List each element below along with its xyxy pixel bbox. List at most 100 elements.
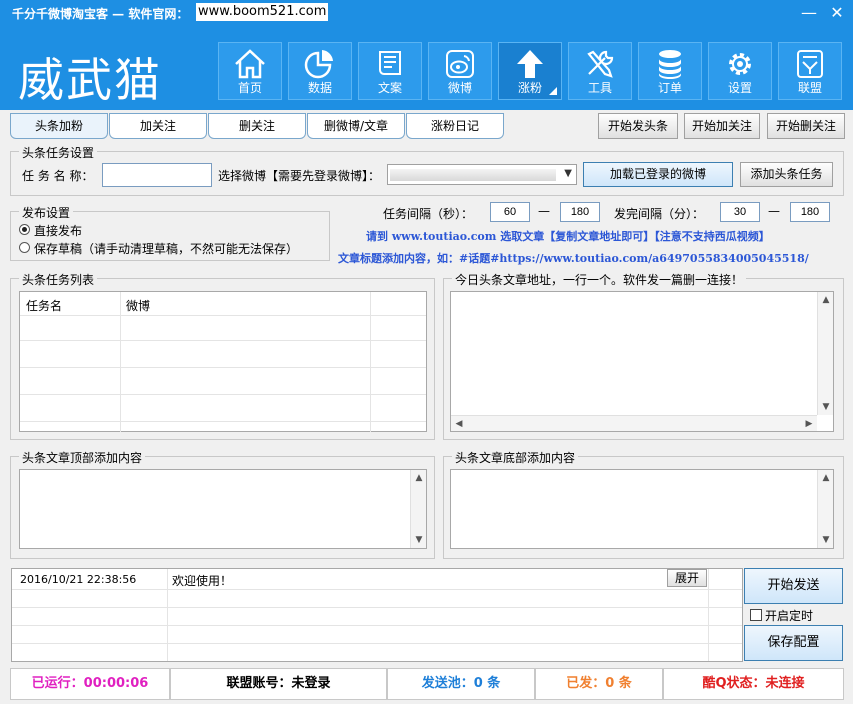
tab-fans-diary[interactable]: 涨粉日记 — [406, 113, 504, 139]
home-icon — [235, 49, 265, 79]
tab-delete-weibo[interactable]: 删微博/文章 — [307, 113, 405, 139]
scroll-down-icon[interactable]: ▼ — [818, 399, 834, 415]
nav-orders[interactable]: 订单 — [638, 42, 702, 100]
start-toutiao-button[interactable]: 开始发头条 — [598, 113, 678, 139]
url-scrollbar-v[interactable]: ▲ ▼ — [817, 292, 833, 415]
scroll-right-icon[interactable]: ▶ — [801, 416, 817, 432]
weibo-icon — [446, 50, 474, 78]
send-interval-max-input[interactable] — [790, 202, 830, 222]
column-weibo[interactable]: 微博 — [126, 297, 150, 314]
scroll-up-icon[interactable]: ▲ — [411, 470, 427, 486]
bottom-content-textarea[interactable]: ▲ ▼ — [450, 469, 834, 549]
dropdown-corner-icon — [549, 87, 557, 95]
nav-settings[interactable]: 设置 — [708, 42, 772, 100]
alliance-icon — [797, 50, 823, 78]
table-header: 任务名 微博 — [20, 292, 426, 316]
minimize-button[interactable]: — — [798, 2, 820, 24]
article-url-textarea[interactable]: ▲ ▼ ◀ ▶ — [450, 291, 834, 432]
direct-publish-radio[interactable] — [19, 224, 30, 235]
task-interval-label: 任务间隔（秒）： — [383, 207, 474, 221]
nav-alliance-label: 联盟 — [797, 81, 822, 95]
log-timestamp: 2016/10/21 22:38:56 — [20, 573, 137, 586]
log-list[interactable]: 2016/10/21 22:38:56 欢迎使用！ — [11, 568, 743, 662]
task-settings-title: 头条任务设置 — [19, 144, 98, 161]
close-button[interactable]: ✕ — [826, 2, 848, 24]
log-message: 欢迎使用！ — [172, 574, 233, 588]
chevron-down-icon: ▼ — [564, 168, 572, 179]
tip-line-2: 文章标题添加内容，如：#话题#https://www.toutiao.com/a… — [338, 252, 809, 265]
save-draft-radio[interactable] — [19, 242, 30, 253]
app-header: 千分千微博淘宝客 — 软件官网： www.boom521.com — ✕ 威武猫… — [0, 0, 853, 110]
task-list-table[interactable]: 任务名 微博 — [19, 291, 427, 432]
coolq-status: 酷Q状态：未连接 — [663, 668, 844, 700]
tip-line-1: 请到 www.toutiao.com 选取文章【复制文章地址即可】【注意不支持西… — [366, 230, 770, 243]
tab-unfollow[interactable]: 删关注 — [208, 113, 306, 139]
nav-copy[interactable]: 文案 — [358, 42, 422, 100]
save-config-button[interactable]: 保存配置 — [744, 625, 843, 661]
nav-alliance[interactable]: 联盟 — [778, 42, 842, 100]
tools-icon — [587, 50, 614, 78]
scroll-down-icon[interactable]: ▼ — [411, 532, 427, 548]
weibo-select[interactable]: ▼ — [387, 164, 577, 185]
nav-weibo-label: 微博 — [447, 81, 472, 95]
running-time-status: 已运行：00:00:06 — [10, 668, 170, 700]
article-url-title: 今日头条文章地址，一行一个。软件发一篇删一连接！ — [452, 271, 747, 288]
bottom-content-title: 头条文章底部添加内容 — [452, 449, 579, 466]
scroll-up-icon[interactable]: ▲ — [818, 292, 834, 308]
nav-tools-label: 工具 — [587, 81, 612, 95]
scroll-up-icon[interactable]: ▲ — [818, 470, 834, 486]
schedule-checkbox[interactable] — [750, 609, 762, 621]
send-interval-min-input[interactable] — [720, 202, 760, 222]
top-content-scrollbar[interactable]: ▲ ▼ — [410, 470, 426, 548]
task-name-label: 任 务 名 称： — [22, 169, 94, 183]
nav-grow-fans[interactable]: 涨粉 — [498, 42, 562, 100]
url-scrollbar-h[interactable]: ◀ ▶ — [451, 415, 817, 431]
app-logo: 威武猫 — [18, 53, 162, 107]
weibo-select-value — [390, 169, 556, 181]
publish-settings-title: 发布设置 — [19, 204, 74, 221]
schedule-label: 开启定时 — [765, 609, 814, 623]
pie-chart-icon — [304, 50, 333, 79]
gear-icon — [729, 53, 751, 75]
nav-copy-label: 文案 — [377, 81, 402, 95]
save-draft-label: 保存草稿（请手动清理草稿，不然可能无法保存） — [34, 242, 299, 256]
nav-orders-label: 订单 — [657, 81, 682, 95]
alliance-account-status: 联盟账号：未登录 — [170, 668, 387, 700]
expand-log-button[interactable]: 展开 — [667, 569, 707, 587]
nav-settings-label: 设置 — [727, 81, 752, 95]
add-task-button[interactable]: 添加头条任务 — [740, 162, 833, 187]
top-content-title: 头条文章顶部添加内容 — [19, 449, 146, 466]
nav-weibo[interactable]: 微博 — [428, 42, 492, 100]
nav-data-label: 数据 — [307, 81, 332, 95]
scroll-down-icon[interactable]: ▼ — [818, 532, 834, 548]
database-icon — [659, 50, 681, 79]
tab-follow[interactable]: 加关注 — [109, 113, 207, 139]
task-interval-max-input[interactable] — [560, 202, 600, 222]
start-follow-button[interactable]: 开始加关注 — [684, 113, 760, 139]
start-unfollow-button[interactable]: 开始删关注 — [767, 113, 845, 139]
send-interval-label: 发完间隔（分）： — [614, 207, 705, 221]
sent-count-status: 已发：0 条 — [535, 668, 663, 700]
scroll-left-icon[interactable]: ◀ — [451, 416, 467, 432]
weibo-select-label: 选择微博【需要先登录微博】： — [218, 169, 381, 183]
title-bar: 千分千微博淘宝客 — 软件官网： www.boom521.com — ✕ — [0, 0, 853, 26]
nav-data[interactable]: 数据 — [288, 42, 352, 100]
direct-publish-label: 直接发布 — [34, 224, 83, 238]
task-name-input[interactable] — [102, 163, 212, 187]
nav-tools[interactable]: 工具 — [568, 42, 632, 100]
website-url[interactable]: www.boom521.com — [196, 3, 329, 21]
nav-home-label: 首页 — [237, 81, 262, 95]
scroll-icon — [379, 51, 401, 75]
bottom-content-scrollbar[interactable]: ▲ ▼ — [817, 470, 833, 548]
top-content-textarea[interactable]: ▲ ▼ — [19, 469, 427, 549]
task-list-title: 头条任务列表 — [19, 271, 98, 288]
start-send-button[interactable]: 开始发送 — [744, 568, 843, 604]
up-arrow-icon — [517, 50, 543, 78]
send-pool-status: 发送池：0 条 — [387, 668, 535, 700]
load-weibo-button[interactable]: 加载已登录的微博 — [583, 162, 733, 187]
send-interval-dash: — — [768, 204, 780, 218]
tab-toutiao-fans[interactable]: 头条加粉 — [10, 113, 108, 139]
task-interval-min-input[interactable] — [490, 202, 530, 222]
column-task-name[interactable]: 任务名 — [26, 297, 62, 314]
nav-home[interactable]: 首页 — [218, 42, 282, 100]
